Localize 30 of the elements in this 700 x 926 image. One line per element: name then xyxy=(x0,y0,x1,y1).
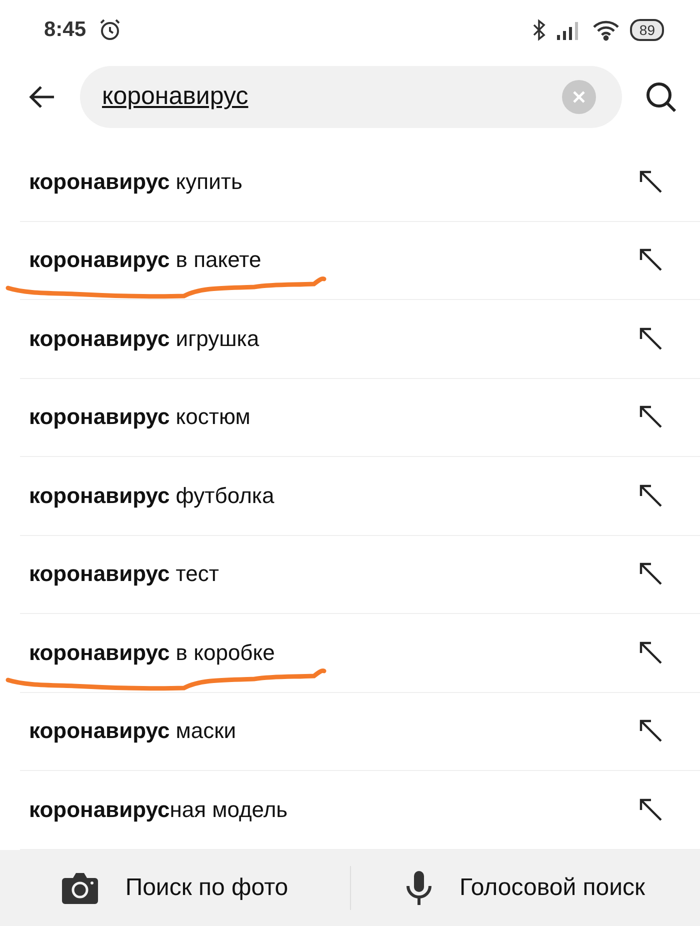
fill-query-icon[interactable] xyxy=(638,168,664,195)
suggestion-text[interactable]: коронавирус маски xyxy=(29,718,236,744)
suggestion-text[interactable]: коронавирус купить xyxy=(29,168,242,195)
battery-indicator: 89 xyxy=(630,19,664,42)
fill-query-icon[interactable] xyxy=(638,482,664,509)
suggestion-text[interactable]: коронавирус игрушка xyxy=(29,326,260,352)
suggestion-text[interactable]: коронавирус костюм xyxy=(29,404,250,430)
search-field[interactable]: коронавирус xyxy=(80,66,622,128)
voice-search-button[interactable]: Голосовой поиск xyxy=(350,870,700,906)
alarm-icon xyxy=(98,18,122,42)
bluetooth-icon xyxy=(532,19,546,42)
fill-query-icon[interactable] xyxy=(638,561,664,588)
wifi-icon xyxy=(592,19,620,42)
camera-icon xyxy=(61,870,100,905)
suggestion-text[interactable]: коронавирус тест xyxy=(29,561,219,588)
suggestion-text[interactable]: коронавирус футболка xyxy=(29,482,274,509)
microphone-icon xyxy=(405,870,434,906)
suggestion-text[interactable]: коронавирусная модель xyxy=(29,796,288,823)
fill-query-icon[interactable] xyxy=(638,247,664,274)
suggestion-text[interactable]: коронавирус в коробке xyxy=(29,640,275,666)
fill-query-icon[interactable] xyxy=(638,796,664,823)
suggestion-text[interactable]: коронавирус в пакете xyxy=(29,247,262,274)
fill-query-icon[interactable] xyxy=(638,404,664,430)
fill-query-icon[interactable] xyxy=(638,326,664,352)
close-icon xyxy=(572,90,586,104)
fill-query-icon[interactable] xyxy=(638,718,664,744)
photo-search-button[interactable]: Поиск по фото xyxy=(0,870,350,905)
fill-query-icon[interactable] xyxy=(638,640,664,666)
status-time: 8:45 xyxy=(44,18,86,42)
search-button[interactable] xyxy=(644,80,678,114)
